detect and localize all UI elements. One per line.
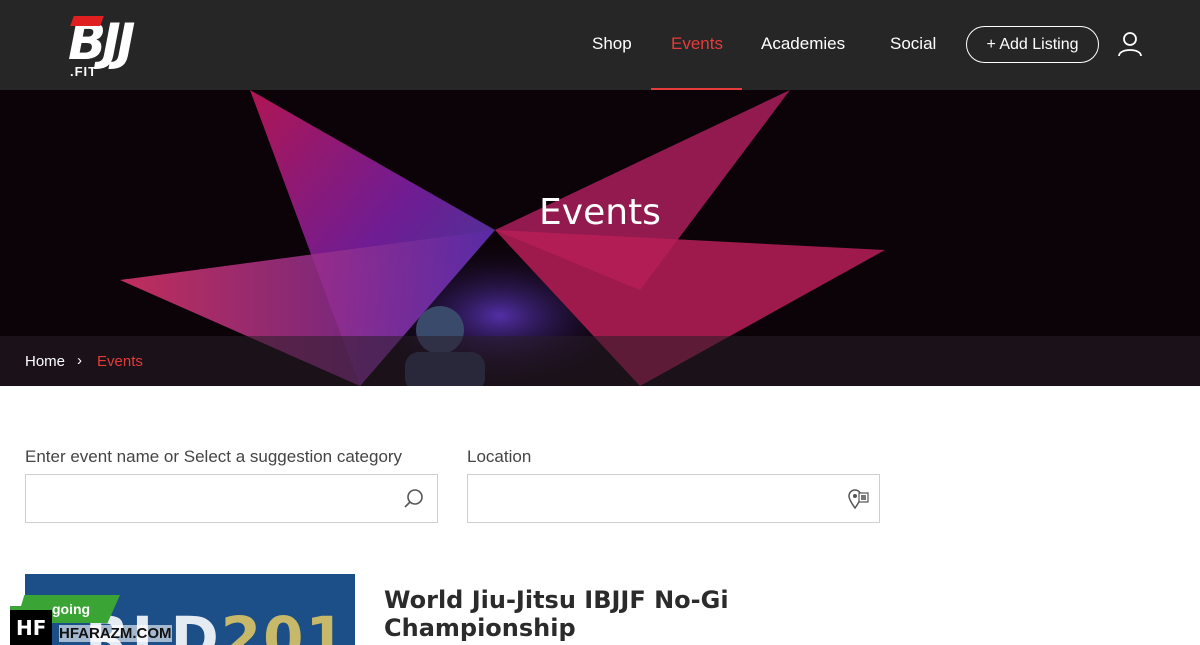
add-listing-button[interactable]: + Add Listing: [966, 26, 1099, 63]
location-label: Location: [467, 447, 532, 466]
page-title: Events: [539, 192, 661, 233]
location-field: [467, 474, 880, 523]
nav-academies[interactable]: Academies: [761, 34, 845, 54]
location-pin-icon[interactable]: [846, 487, 870, 511]
breadcrumb: Home › Events: [0, 336, 1200, 386]
breadcrumb-home-link[interactable]: Home: [25, 353, 65, 370]
site-logo[interactable]: BJJ .FIT: [68, 14, 183, 79]
nav-social[interactable]: Social: [890, 34, 936, 54]
watermark-text: HFARAZM.COM: [59, 625, 172, 642]
event-search-label: Enter event name or Select a suggestion …: [25, 447, 403, 466]
watermark-logo: HF: [16, 616, 47, 640]
search-icon[interactable]: [402, 487, 426, 511]
event-search-field: [25, 474, 438, 523]
breadcrumb-separator: ›: [77, 352, 82, 369]
breadcrumb-current: Events: [97, 353, 143, 370]
location-input[interactable]: [468, 475, 879, 522]
event-title[interactable]: World Jiu-Jitsu IBJJF No-Gi Championship: [384, 586, 744, 642]
event-search-input[interactable]: [26, 475, 437, 522]
nav-shop[interactable]: Shop: [592, 34, 632, 54]
logo-red-accent: [70, 16, 104, 26]
site-header: BJJ .FIT Shop Events Academies Social + …: [0, 0, 1200, 90]
nav-events[interactable]: Events: [671, 34, 723, 54]
hero-banner: Events Home › Events: [0, 90, 1200, 386]
user-icon[interactable]: [1116, 30, 1144, 58]
ongoing-badge-label: going: [52, 601, 91, 617]
logo-suffix: .FIT: [70, 64, 98, 79]
